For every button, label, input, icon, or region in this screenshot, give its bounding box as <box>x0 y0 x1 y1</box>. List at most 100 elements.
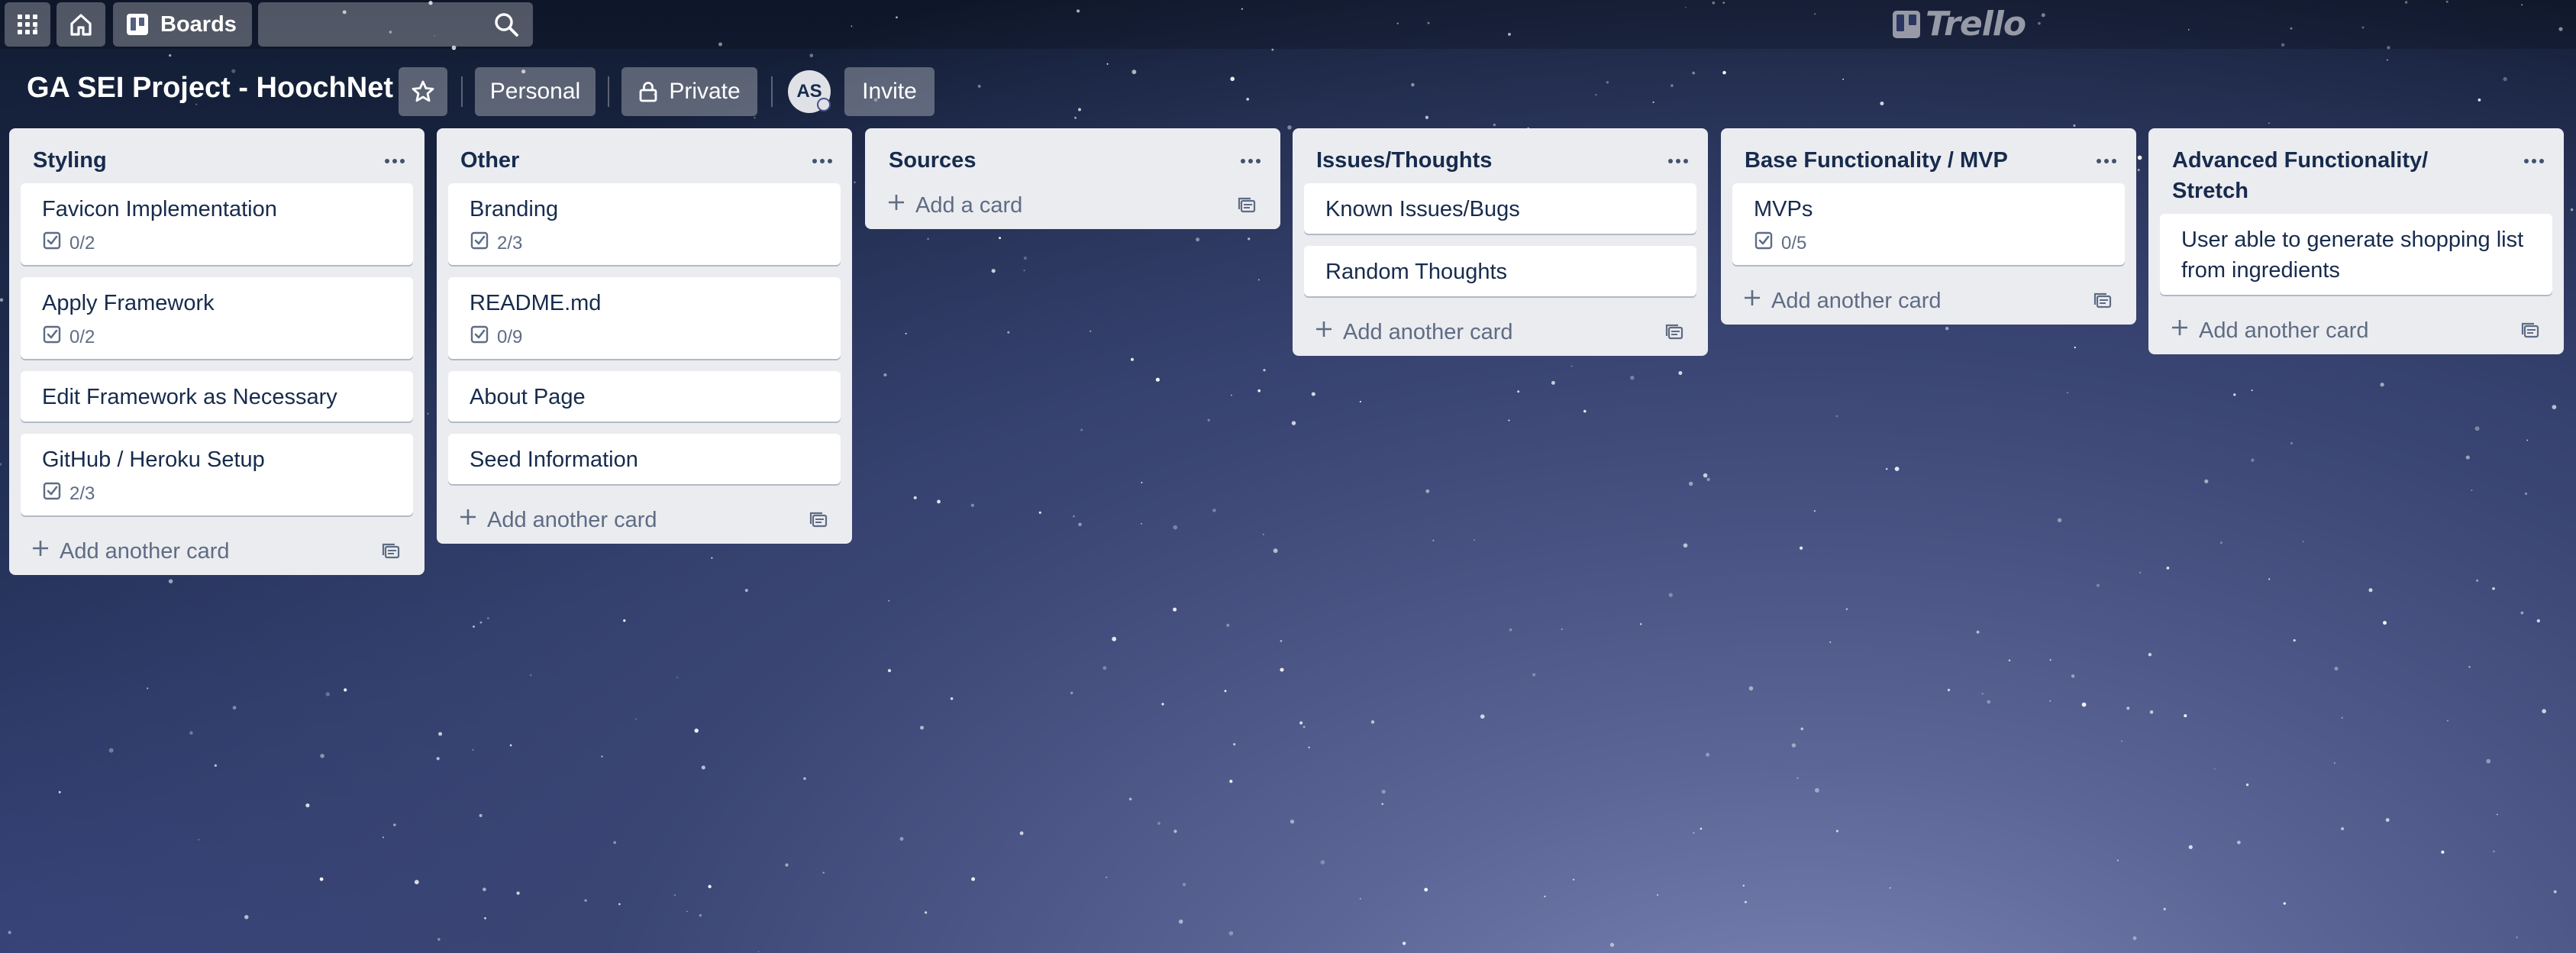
card-template-icon[interactable] <box>808 509 829 537</box>
card-title: Branding <box>470 197 559 221</box>
card[interactable]: About Page <box>448 371 841 422</box>
header-divider <box>461 76 463 107</box>
plus-icon <box>1742 288 1762 314</box>
add-card-label: Add another card <box>2199 318 2369 343</box>
add-card-button[interactable]: Add another card <box>443 496 846 544</box>
card-title: Seed Information <box>470 447 638 472</box>
add-card-button[interactable]: Add another card <box>15 528 418 575</box>
list[interactable]: Advanced Functionality/ Stretch User able… <box>2148 128 2564 354</box>
add-card-label: Add another card <box>60 538 230 564</box>
card-template-icon[interactable] <box>2092 290 2113 318</box>
list[interactable]: Styling Favicon Implementation 0/2 Apply Fr… <box>9 128 424 575</box>
checklist-count: 0/2 <box>69 232 95 254</box>
checklist-badge: 0/2 <box>42 325 399 350</box>
trello-logo[interactable]: Trello <box>1892 5 2026 44</box>
checklist-badge: 0/5 <box>1754 231 2111 256</box>
home-button[interactable] <box>56 2 105 47</box>
add-card-label: Add another card <box>487 507 657 532</box>
list-header[interactable]: Other <box>437 128 852 183</box>
card-title: Favicon Implementation <box>42 197 277 221</box>
card-list: Branding 2/3 README.md 0/9 About Page Seed In… <box>437 183 852 484</box>
card[interactable]: GitHub / Heroku Setup 2/3 <box>21 434 413 515</box>
invite-button[interactable]: Invite <box>844 67 935 116</box>
add-card-button[interactable]: Add another card <box>2155 307 2558 354</box>
home-icon <box>70 14 92 36</box>
card-template-icon[interactable] <box>380 541 402 568</box>
checklist-badge: 0/2 <box>42 231 399 256</box>
card[interactable]: Random Thoughts <box>1304 246 1696 296</box>
card[interactable]: Seed Information <box>448 434 841 484</box>
list-header[interactable]: Sources <box>865 128 1280 183</box>
card[interactable]: Known Issues/Bugs <box>1304 183 1696 234</box>
star-button[interactable] <box>399 67 447 116</box>
list-header[interactable]: Base Functionality / MVP <box>1721 128 2136 183</box>
card[interactable]: README.md 0/9 <box>448 277 841 359</box>
list-header[interactable]: Styling <box>9 128 424 183</box>
checklist-count: 0/5 <box>1781 232 1807 254</box>
boards-button[interactable]: Boards <box>113 2 252 47</box>
card-title: README.md <box>470 291 602 315</box>
card-title: User able to generate shopping list from… <box>2181 228 2524 283</box>
card-list: Known Issues/Bugs Random Thoughts <box>1293 183 1708 296</box>
card-template-icon[interactable] <box>1236 195 1257 222</box>
apps-button[interactable] <box>5 2 50 47</box>
checklist-count: 0/9 <box>497 326 523 347</box>
card-template-icon[interactable] <box>2520 320 2541 347</box>
list-title[interactable]: Issues/Thoughts <box>1316 145 1650 176</box>
admin-badge-icon <box>817 98 831 111</box>
more-options-icon[interactable] <box>2093 148 2119 174</box>
add-card-button[interactable]: Add another card <box>1727 277 2130 325</box>
search-input[interactable] <box>258 2 533 47</box>
list[interactable]: Issues/Thoughts Known Issues/Bugs Random T… <box>1293 128 1708 356</box>
card-title: About Page <box>470 385 586 409</box>
list-title[interactable]: Sources <box>889 145 1222 176</box>
checklist-icon <box>1754 231 1774 256</box>
checklist-count: 2/3 <box>69 483 95 504</box>
list-header[interactable]: Advanced Functionality/ Stretch <box>2148 128 2564 214</box>
card[interactable]: Apply Framework 0/2 <box>21 277 413 359</box>
checklist-badge: 2/3 <box>470 231 827 256</box>
add-card-label: Add a card <box>915 192 1023 218</box>
list[interactable]: Base Functionality / MVP MVPs 0/5 Add anoth… <box>1721 128 2136 325</box>
add-card-button[interactable]: Add another card <box>1299 309 1702 356</box>
more-options-icon[interactable] <box>1238 148 1264 174</box>
list-title[interactable]: Styling <box>33 145 366 176</box>
card[interactable]: Branding 2/3 <box>448 183 841 265</box>
search-icon[interactable] <box>493 11 519 37</box>
plus-icon <box>2170 318 2190 344</box>
workspace-button[interactable]: Personal <box>475 67 596 116</box>
checklist-icon <box>470 325 489 350</box>
card[interactable]: MVPs 0/5 <box>1732 183 2125 265</box>
more-options-icon[interactable] <box>382 148 408 174</box>
list-header[interactable]: Issues/Thoughts <box>1293 128 1708 183</box>
plus-icon <box>1314 319 1334 345</box>
card[interactable]: User able to generate shopping list from… <box>2160 214 2552 295</box>
list[interactable]: Sources Add a card <box>865 128 1280 229</box>
card-title: Apply Framework <box>42 291 215 315</box>
grid-icon <box>18 15 37 34</box>
top-navigation-bar: Boards Trello <box>0 0 2576 49</box>
plus-icon <box>31 538 50 564</box>
card[interactable]: Edit Framework as Necessary <box>21 371 413 422</box>
list-title[interactable]: Base Functionality / MVP <box>1745 145 2078 176</box>
board-title[interactable]: GA SEI Project - HoochNet <box>27 72 393 105</box>
card-title: GitHub / Heroku Setup <box>42 447 265 472</box>
visibility-button[interactable]: Private <box>621 67 757 116</box>
list-title[interactable]: Other <box>460 145 794 176</box>
card-list: User able to generate shopping list from… <box>2148 214 2564 295</box>
list-title[interactable]: Advanced Functionality/ Stretch <box>2172 145 2506 206</box>
trello-wordmark: Trello <box>1926 5 2026 44</box>
card-template-icon[interactable] <box>1664 321 1685 349</box>
more-options-icon[interactable] <box>1665 148 1691 174</box>
trello-logo-icon <box>1893 10 1920 38</box>
checklist-count: 2/3 <box>497 232 523 254</box>
card-list: MVPs 0/5 <box>1721 183 2136 265</box>
card-title: Random Thoughts <box>1325 260 1508 284</box>
header-divider <box>608 76 609 107</box>
card[interactable]: Favicon Implementation 0/2 <box>21 183 413 265</box>
add-card-button[interactable]: Add a card <box>871 182 1274 229</box>
checklist-badge: 0/9 <box>470 325 827 350</box>
more-options-icon[interactable] <box>2521 148 2547 174</box>
more-options-icon[interactable] <box>809 148 835 174</box>
list[interactable]: Other Branding 2/3 README.md 0/9 About Page Se… <box>437 128 852 544</box>
